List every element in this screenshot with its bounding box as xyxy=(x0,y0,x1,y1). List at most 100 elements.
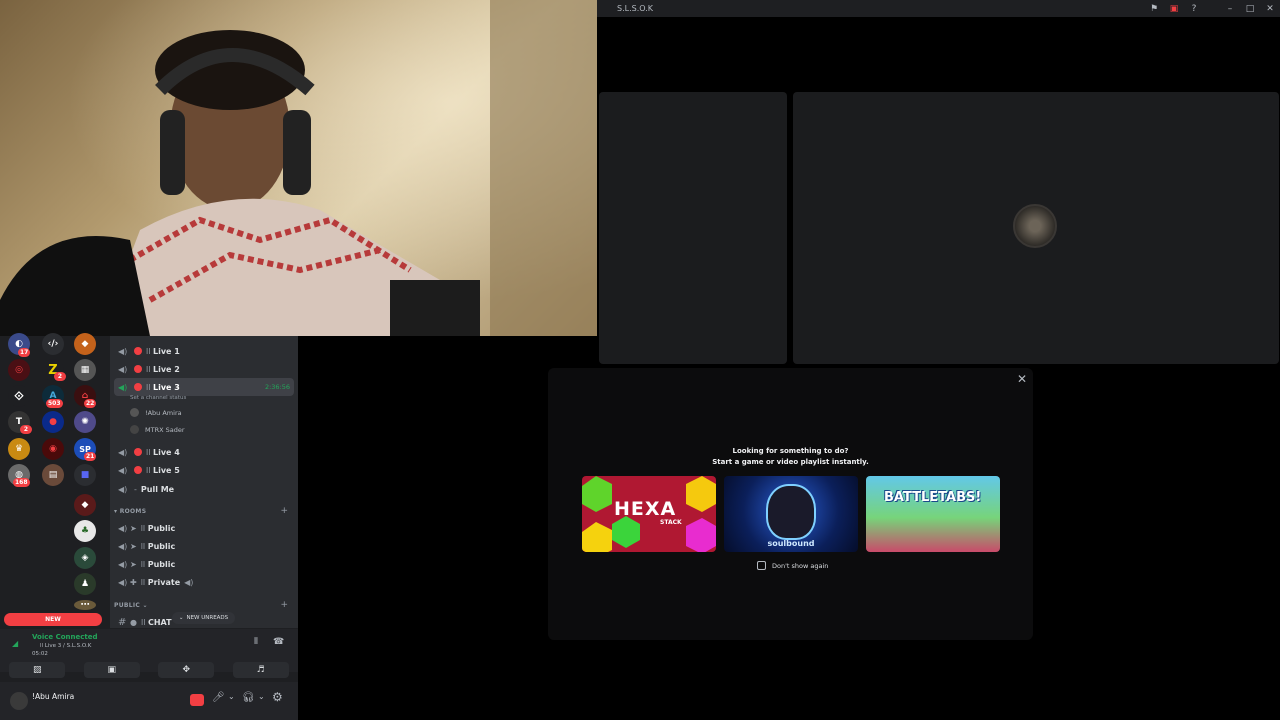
participant-tile[interactable] xyxy=(599,92,787,364)
channel-label: Public xyxy=(147,523,176,533)
speaker-icon: ◀) xyxy=(118,382,128,392)
arrow-icon: ➤ xyxy=(130,541,137,551)
channel-prefix: - xyxy=(134,484,137,494)
unread-badge: 17 xyxy=(18,348,31,357)
screen-share-button[interactable]: ▣ xyxy=(83,662,140,678)
add-channel-icon[interactable]: + xyxy=(280,506,288,516)
folder-icon[interactable]: ■ xyxy=(74,464,96,486)
arrow-icon: ➤ xyxy=(130,559,137,569)
channel-prefix: ll xyxy=(140,577,146,587)
unread-badge: 2 xyxy=(54,372,66,381)
disconnect-icon[interactable]: ☎ xyxy=(273,637,284,647)
activity-card[interactable]: HEXA STACK xyxy=(582,476,716,552)
server-icon[interactable]: ▤ xyxy=(42,464,64,486)
headphones-icon[interactable]: 🎧︎ xyxy=(242,692,255,703)
activity-card[interactable]: soulbound xyxy=(724,476,858,552)
voice-time: 05:02 xyxy=(32,651,48,657)
server-icon[interactable]: ◉ xyxy=(42,438,64,460)
voice-status[interactable]: Voice Connected xyxy=(32,633,98,641)
voice-channel[interactable]: ◀) ➤ ll Public xyxy=(114,555,294,573)
activity-card[interactable]: BATTLETABS! xyxy=(866,476,1000,552)
maximize-icon[interactable]: □ xyxy=(1240,4,1260,14)
voice-user[interactable]: !Abu Amira xyxy=(130,408,182,417)
screen-share-icon[interactable]: ▣ xyxy=(1164,4,1184,14)
server-icon[interactable]: ♟ xyxy=(74,573,96,595)
server-icon[interactable]: ▦ xyxy=(74,359,96,381)
server-icon[interactable]: ◆ xyxy=(74,333,96,355)
new-unreads-pill[interactable]: ⌄ NEW UNREADS xyxy=(172,612,235,624)
new-pill[interactable]: NEW xyxy=(4,613,102,626)
server-icon[interactable]: ◈ xyxy=(74,547,96,569)
speaker-icon: ◀) xyxy=(118,465,128,475)
channel-prefix: ll xyxy=(140,541,146,551)
server-icon[interactable]: ✺ xyxy=(74,411,96,433)
user-name[interactable]: !Abu Amira xyxy=(32,692,74,701)
server-icon[interactable]: ● xyxy=(42,411,64,433)
server-icon[interactable]: ⟐ xyxy=(8,385,30,407)
speaker-icon: ◀) xyxy=(118,577,128,587)
category-rooms[interactable]: ▾ ROOMS xyxy=(114,508,146,515)
voice-channel[interactable]: ◀) - Pull Me xyxy=(114,480,294,498)
voice-channel[interactable]: ◀) ll Live 5 xyxy=(114,461,294,479)
unread-badge: 503 xyxy=(46,399,63,408)
channel-prefix: ll xyxy=(140,617,146,627)
voice-channel[interactable]: ◀) ll Live 2 xyxy=(114,360,294,378)
user-panel: !Abu Amira 🎤︎ ⌄ 🎧︎ ⌄ ⚙ xyxy=(0,682,298,720)
voice-channel[interactable]: ◀) ➤ ll Public xyxy=(114,537,294,555)
camera-off-icon[interactable]: ▨ xyxy=(9,662,66,678)
unread-badge: 22 xyxy=(84,399,97,408)
hash-icon: # xyxy=(118,616,127,628)
voice-channel[interactable]: ◀) ➤ ll Public xyxy=(114,519,294,537)
card-title: HEXA xyxy=(614,498,677,520)
channel-status[interactable]: Set a channel status xyxy=(130,395,186,401)
server-icon[interactable]: ◎ xyxy=(8,359,30,381)
channel-prefix: ll xyxy=(146,382,151,392)
voice-user[interactable]: MTRX Sader xyxy=(130,425,185,434)
activity-modal: ✕ Looking for something to do? Start a g… xyxy=(548,368,1033,640)
server-icon[interactable]: ⋯ xyxy=(74,600,96,610)
avatar[interactable] xyxy=(10,692,28,710)
voice-channel[interactable]: ◀) ✚ ll Private ◀) xyxy=(114,573,294,591)
close-icon[interactable]: ✕ xyxy=(1015,372,1029,386)
participant-tile-active[interactable] xyxy=(793,92,1279,364)
window-titlebar: S.L.S.O.K ⚑ ▣ ? – □ ✕ xyxy=(597,0,1280,17)
arrow-icon: ➤ xyxy=(130,523,137,533)
server-list: ◐ 17 ‹/› ◆ ◎ Z 2 ▦ ⟐ A 503 ⌂ 22 T 2 ● ✺ … xyxy=(0,333,106,616)
category-public[interactable]: PUBLIC ⌄ xyxy=(114,602,148,609)
soundboard-icon[interactable]: ♬ xyxy=(232,662,289,678)
category-label: ROOMS xyxy=(119,508,147,515)
chevron-down-icon[interactable]: ⌄ xyxy=(228,692,235,701)
server-icon[interactable]: ◆ xyxy=(74,494,96,516)
inbox-flag-icon[interactable]: ⚑ xyxy=(1144,4,1164,14)
channel-label: Public xyxy=(147,559,176,569)
category-label: PUBLIC xyxy=(114,602,141,609)
voice-channel[interactable]: ◀) ll Live 4 xyxy=(114,443,294,461)
speaker-icon: ◀) xyxy=(184,577,194,587)
help-icon[interactable]: ? xyxy=(1184,4,1204,14)
microphone-icon[interactable]: 🎤︎ xyxy=(212,692,225,703)
activities-icon[interactable]: ✥ xyxy=(158,662,215,678)
voice-channel-active[interactable]: ◀) ll Live 3 2:36:56 xyxy=(114,378,294,396)
dont-show-again-checkbox[interactable]: Don't show again xyxy=(757,561,828,570)
server-icon[interactable]: ‹/› xyxy=(42,333,64,355)
voice-channel-info[interactable]: ll Live 3 / S.L.S.O.K xyxy=(40,643,91,649)
gear-icon[interactable]: ⚙ xyxy=(272,690,283,704)
server-icon[interactable]: ♛ xyxy=(8,438,30,460)
speaker-icon: ◀) xyxy=(118,447,128,457)
noise-suppression-icon[interactable]: ⦀ xyxy=(254,637,258,647)
plus-icon: ✚ xyxy=(130,577,137,587)
camera-status-icon[interactable] xyxy=(190,694,204,706)
character-art xyxy=(766,484,816,540)
webcam-feed xyxy=(0,0,597,336)
close-window-icon[interactable]: ✕ xyxy=(1260,4,1280,14)
minimize-icon[interactable]: – xyxy=(1220,4,1240,14)
voice-channel[interactable]: ◀) ll Live 1 xyxy=(114,342,294,360)
unread-badge: 21 xyxy=(84,452,97,461)
server-icon[interactable]: ♣ xyxy=(74,520,96,542)
voice-timer: 2:36:56 xyxy=(264,383,290,391)
add-channel-icon[interactable]: + xyxy=(280,600,288,610)
checkbox-icon[interactable] xyxy=(757,561,766,570)
chevron-down-icon[interactable]: ⌄ xyxy=(258,692,265,701)
speaker-icon: ◀) xyxy=(118,559,128,569)
channel-prefix: ll xyxy=(140,523,146,533)
